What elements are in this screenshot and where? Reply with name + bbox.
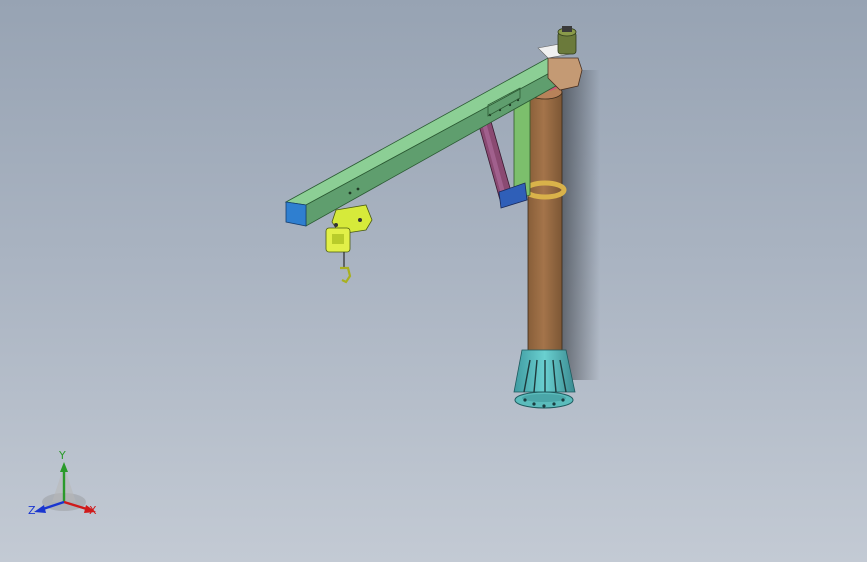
column-shadow [560, 70, 600, 380]
coordinate-triad: Y X Z [22, 446, 112, 526]
y-axis-label: Y [59, 449, 66, 462]
graphics-viewport[interactable]: Y X Z [0, 0, 867, 562]
jib-crane-model[interactable] [0, 0, 867, 562]
column-base[interactable] [513, 349, 576, 409]
electric-hoist[interactable] [325, 204, 373, 284]
z-axis-label: Z [28, 504, 36, 517]
slew-motor[interactable] [557, 26, 577, 55]
x-axis-label: X [89, 504, 97, 517]
